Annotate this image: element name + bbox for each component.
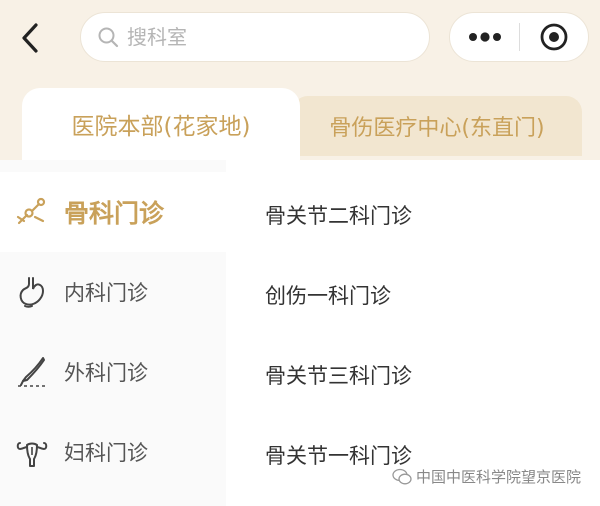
department-item[interactable]: 骨关节二科门诊 bbox=[265, 200, 412, 230]
department-item[interactable]: 骨关节一科门诊 bbox=[265, 440, 412, 470]
uterus-icon bbox=[14, 434, 50, 470]
bone-icon bbox=[14, 194, 50, 230]
search-input[interactable] bbox=[127, 25, 387, 49]
back-button[interactable] bbox=[14, 20, 46, 56]
mini-program-capsule bbox=[449, 12, 589, 62]
sidebar-item-label: 外科门诊 bbox=[64, 361, 148, 385]
sidebar-item-surgery[interactable]: 外科门诊 bbox=[0, 332, 226, 412]
sidebar-item-orthopedics[interactable]: 骨科门诊 bbox=[0, 172, 226, 252]
wechat-watermark: 中国中医科学院望京医院 bbox=[392, 466, 581, 487]
tab-dongzhimen[interactable]: 骨伤医疗中心(东直门) bbox=[292, 96, 582, 156]
department-item[interactable]: 创伤一科门诊 bbox=[265, 280, 391, 310]
department-item[interactable]: 骨关节三科门诊 bbox=[265, 360, 412, 390]
sidebar-item-label: 妇科门诊 bbox=[64, 441, 148, 465]
category-sidebar: 骨科门诊 内科门诊 外科门诊 妇科门诊 bbox=[0, 160, 226, 506]
wechat-icon bbox=[392, 468, 412, 484]
more-dots-icon bbox=[468, 32, 501, 42]
more-button[interactable] bbox=[450, 12, 519, 62]
search-icon bbox=[98, 27, 119, 48]
close-mini-program-button[interactable] bbox=[520, 12, 588, 62]
sidebar-item-label: 内科门诊 bbox=[64, 281, 148, 305]
tab-huajiadi-label: 医院本部(花家地) bbox=[71, 114, 251, 140]
tab-dongzhimen-label: 骨伤医疗中心(东直门) bbox=[329, 116, 545, 141]
sidebar-item-internal-medicine[interactable]: 内科门诊 bbox=[0, 252, 226, 332]
watermark-text: 中国中医科学院望京医院 bbox=[416, 468, 582, 486]
target-circle-icon bbox=[540, 23, 568, 51]
sidebar-item-gynecology[interactable]: 妇科门诊 bbox=[0, 412, 226, 492]
sidebar-item-label: 骨科门诊 bbox=[64, 199, 165, 228]
stomach-icon bbox=[14, 274, 50, 310]
search-box[interactable] bbox=[80, 12, 430, 62]
back-arrow-icon bbox=[22, 23, 38, 53]
tab-huajiadi[interactable]: 医院本部(花家地) bbox=[22, 88, 300, 160]
scalpel-icon bbox=[14, 354, 50, 390]
